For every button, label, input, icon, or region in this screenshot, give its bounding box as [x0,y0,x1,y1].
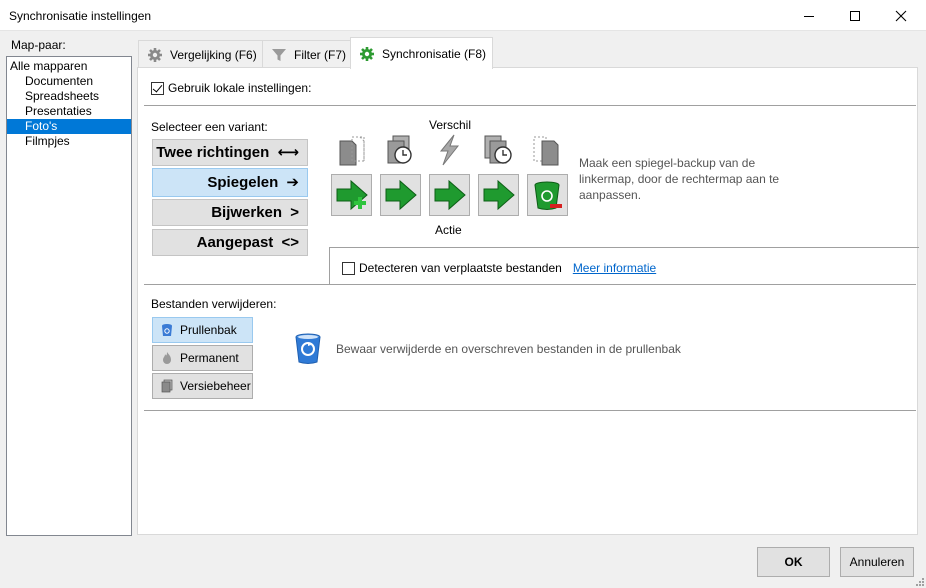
file-left-only-icon [331,132,371,168]
right-arrow-icon: ➔ [286,174,299,191]
resize-grip-icon[interactable] [914,576,924,586]
minimize-icon [804,15,814,17]
variant-custom-label: Aangepast [196,234,274,251]
delete-files-description: Bewaar verwijderde en overschreven besta… [336,342,681,356]
gear-icon [147,47,163,63]
detect-moved-files-row[interactable]: Detecteren van verplaatste bestanden Mee… [342,261,656,275]
green-arrow-icon [483,179,515,211]
sync-settings-panel: Gebruik lokale instellingen: Selecteer e… [137,67,919,535]
chevron-right-icon: > [290,204,299,221]
lightning-conflict-icon [429,132,469,168]
funnel-icon [271,47,287,63]
list-item-documenten[interactable]: Documenten [7,74,131,89]
variant-update-button[interactable]: Bijwerken > [152,199,308,226]
recycle-bin-button[interactable]: Prullenbak [152,317,253,343]
permanent-button[interactable]: Permanent [152,345,253,371]
title-bar: Synchronisatie instellingen [0,0,926,31]
variant-mirror-button[interactable]: Spiegelen ➔ [152,168,308,197]
variant-mirror-label: Spiegelen [207,174,279,191]
tab-synchronisatie[interactable]: Synchronisatie (F8) [350,37,493,69]
ok-button[interactable]: OK [757,547,830,577]
use-local-settings-label: Gebruik lokale instellingen: [168,81,312,95]
list-item-all-pairs[interactable]: Alle mapparen [7,59,131,74]
versioning-button[interactable]: Versiebeheer [152,373,253,399]
divider [144,410,916,411]
file-left-newer-icon [380,132,420,168]
folder-pair-list[interactable]: Alle mapparen Documenten Spreadsheets Pr… [6,56,132,536]
more-info-link[interactable]: Meer informatie [573,261,656,275]
recycle-bin-icon [160,323,174,337]
minimize-button[interactable] [786,0,832,31]
use-local-settings-checkbox[interactable] [151,81,164,95]
versioning-icon [160,379,174,393]
variant-custom-button[interactable]: Aangepast <> [152,229,308,256]
use-local-settings-row[interactable]: Gebruik lokale instellingen: [151,81,311,95]
detect-moved-files-box: Detecteren van verplaatste bestanden Mee… [329,247,919,285]
flame-icon [160,351,174,365]
list-item-presentaties[interactable]: Presentaties [7,104,131,119]
divider [144,284,916,285]
green-bin-delete-icon [534,181,562,210]
green-arrow-icon [434,179,466,211]
tab-label: Filter (F7) [294,47,346,62]
difference-label: Verschil [429,118,472,132]
detect-moved-files-label: Detecteren van verplaatste bestanden [359,261,562,275]
two-way-arrow-icon: ⟷ [277,144,299,161]
tab-label: Vergelijking (F6) [170,47,257,62]
file-right-only-icon [527,132,567,168]
list-item-spreadsheets[interactable]: Spreadsheets [7,89,131,104]
close-button[interactable] [878,0,924,31]
recycle-bin-label: Prullenbak [180,323,237,337]
gear-green-icon [359,46,375,62]
cancel-button[interactable]: Annuleren [840,547,914,577]
action-overwrite-right-1-button[interactable] [380,174,421,216]
window-title: Synchronisatie instellingen [9,9,152,23]
green-arrow-plus-icon [336,179,368,211]
detect-moved-files-checkbox[interactable] [342,261,355,275]
action-overwrite-right-2-button[interactable] [429,174,470,216]
tab-filter[interactable]: Filter (F7) [262,40,351,68]
angle-brackets-icon: <> [281,234,299,251]
list-item-filmpjes[interactable]: Filmpjes [7,134,131,149]
permanent-label: Permanent [180,351,239,365]
action-overwrite-right-3-button[interactable] [478,174,519,216]
variant-update-label: Bijwerken [211,204,283,221]
variant-two-way-label: Twee richtingen [156,144,270,161]
action-label: Actie [435,223,462,237]
action-create-right-button[interactable] [331,174,372,216]
divider [144,105,916,106]
action-delete-right-button[interactable] [527,174,568,216]
list-item-fotos[interactable]: Foto's [7,119,131,134]
folder-pair-label: Map-paar: [11,38,66,52]
green-arrow-icon [385,179,417,211]
close-icon [895,10,907,21]
maximize-button[interactable] [832,0,878,31]
maximize-icon [850,10,860,21]
tab-label: Synchronisatie (F8) [382,46,487,61]
delete-files-label: Bestanden verwijderen: [151,297,277,311]
variant-label: Selecteer een variant: [151,120,268,134]
tab-vergelijking[interactable]: Vergelijking (F6) [138,40,263,68]
versioning-label: Versiebeheer [180,379,251,393]
variant-two-way-button[interactable]: Twee richtingen ⟷ [152,139,308,166]
file-right-newer-icon [478,132,518,168]
recycle-bin-large-icon [292,331,326,368]
variant-description: Maak een spiegel-backup van de linkermap… [579,156,780,202]
